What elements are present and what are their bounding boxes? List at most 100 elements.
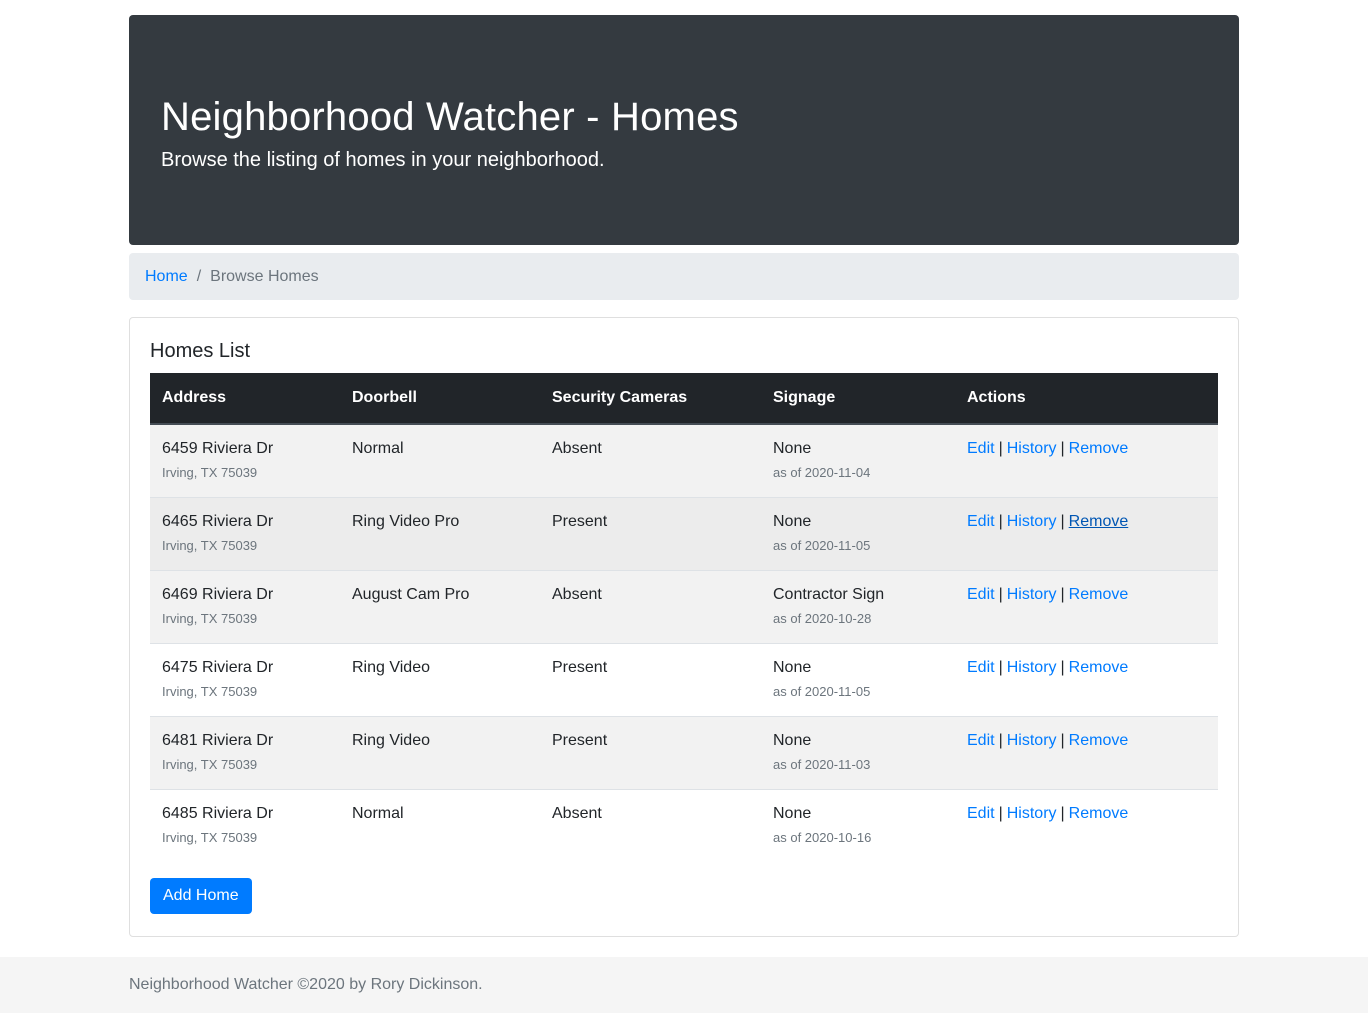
signage-cell: None as of 2020-11-05 [761, 496, 955, 570]
signage-value: None [773, 512, 812, 530]
action-separator: | [1060, 585, 1065, 603]
action-separator: | [1060, 440, 1065, 457]
actions-cell: Edit | History | Remove [955, 642, 1218, 716]
card-title: Homes List [150, 340, 251, 362]
address-city: Irving, TX 75039 [162, 829, 258, 845]
cameras-cell: Present [540, 715, 761, 789]
breadcrumb-separator: / [196, 267, 202, 285]
action-separator: | [1060, 804, 1065, 822]
address-city: Irving, TX 75039 [162, 756, 258, 772]
history-link[interactable]: History [1007, 513, 1057, 530]
signage-date: as of 2020-10-28 [773, 610, 872, 626]
history-link[interactable]: History [1007, 732, 1057, 749]
edit-link[interactable]: Edit [967, 586, 995, 603]
page-footer: Neighborhood Watcher ©2020 by Rory Dicki… [0, 957, 1368, 1013]
homes-table: Address Doorbell Security Cameras Signag… [150, 373, 1218, 862]
column-header-address: Address [150, 373, 340, 425]
homes-card: Homes List Address Doorbell Security Cam… [129, 317, 1239, 937]
history-link[interactable]: History [1007, 659, 1057, 676]
address-city: Irving, TX 75039 [162, 683, 258, 699]
add-home-button[interactable]: Add Home [150, 878, 252, 914]
signage-cell: Contractor Sign as of 2020-10-28 [761, 569, 955, 643]
breadcrumb-home-link[interactable]: Home [145, 268, 188, 286]
table-row: 6481 Riviera Dr Irving, TX 75039 Ring Vid… [150, 715, 1218, 789]
actions-cell: Edit | History | Remove [955, 788, 1218, 862]
page-header: Neighborhood Watcher - Homes Browse the … [129, 15, 1239, 245]
signage-cell: None as of 2020-10-16 [761, 788, 955, 862]
address-cell: 6481 Riviera Dr Irving, TX 75039 [150, 715, 340, 789]
action-separator: | [998, 804, 1003, 822]
actions-cell: Edit | History | Remove [955, 423, 1218, 497]
signage-cell: None as of 2020-11-05 [761, 642, 955, 716]
address-city: Irving, TX 75039 [162, 537, 258, 553]
cameras-cell: Absent [540, 423, 761, 497]
address-cell: 6465 Riviera Dr Irving, TX 75039 [150, 496, 340, 570]
column-header-security-cameras: Security Cameras [540, 373, 761, 425]
address-street: 6459 Riviera Dr [162, 440, 274, 457]
remove-link[interactable]: Remove [1069, 659, 1129, 676]
address-cell: 6475 Riviera Dr Irving, TX 75039 [150, 642, 340, 716]
actions-cell: Edit | History | Remove [955, 569, 1218, 643]
address-street: 6465 Riviera Dr [162, 512, 274, 530]
signage-date: as of 2020-10-16 [773, 829, 872, 845]
action-separator: | [1060, 731, 1065, 749]
doorbell-cell: August Cam Pro [340, 569, 540, 643]
signage-value: None [773, 804, 812, 822]
edit-link[interactable]: Edit [967, 440, 995, 457]
address-city: Irving, TX 75039 [162, 610, 258, 626]
cameras-cell: Absent [540, 569, 761, 643]
footer-text: Neighborhood Watcher ©2020 by Rory Dicki… [129, 976, 483, 993]
signage-cell: None as of 2020-11-04 [761, 423, 955, 497]
signage-value: Contractor Sign [773, 585, 885, 603]
column-header-actions: Actions [955, 373, 1218, 425]
doorbell-cell: Ring Video [340, 642, 540, 716]
action-separator: | [998, 440, 1003, 457]
action-separator: | [998, 585, 1003, 603]
action-separator: | [998, 512, 1003, 530]
table-row: 6459 Riviera Dr Irving, TX 75039 Normal A… [150, 423, 1218, 497]
signage-cell: None as of 2020-11-03 [761, 715, 955, 789]
action-separator: | [1060, 658, 1065, 676]
address-cell: 6469 Riviera Dr Irving, TX 75039 [150, 569, 340, 643]
edit-link[interactable]: Edit [967, 805, 995, 822]
action-separator: | [998, 658, 1003, 676]
doorbell-cell: Normal [340, 423, 540, 497]
address-cell: 6485 Riviera Dr Irving, TX 75039 [150, 788, 340, 862]
address-cell: 6459 Riviera Dr Irving, TX 75039 [150, 423, 340, 497]
page-subtitle: Browse the listing of homes in your neig… [161, 149, 605, 171]
history-link[interactable]: History [1007, 805, 1057, 822]
address-city: Irving, TX 75039 [162, 465, 258, 480]
remove-link[interactable]: Remove [1069, 586, 1129, 603]
table-header-row: Address Doorbell Security Cameras Signag… [150, 373, 1218, 425]
signage-value: None [773, 731, 812, 749]
signage-date: as of 2020-11-04 [773, 465, 871, 480]
address-street: 6469 Riviera Dr [162, 585, 274, 603]
edit-link[interactable]: Edit [967, 732, 995, 749]
remove-link[interactable]: Remove [1069, 513, 1129, 530]
actions-cell: Edit | History | Remove [955, 496, 1218, 570]
remove-link[interactable]: Remove [1069, 440, 1129, 457]
signage-value: None [773, 440, 812, 457]
remove-link[interactable]: Remove [1069, 732, 1129, 749]
action-separator: | [998, 731, 1003, 749]
history-link[interactable]: History [1007, 440, 1057, 457]
address-street: 6485 Riviera Dr [162, 804, 274, 822]
cameras-cell: Present [540, 496, 761, 570]
history-link[interactable]: History [1007, 586, 1057, 603]
signage-value: None [773, 658, 812, 676]
signage-date: as of 2020-11-05 [773, 683, 871, 699]
column-header-doorbell: Doorbell [340, 373, 540, 425]
signage-date: as of 2020-11-05 [773, 537, 871, 553]
address-street: 6481 Riviera Dr [162, 731, 274, 749]
column-header-signage: Signage [761, 373, 955, 425]
doorbell-cell: Ring Video Pro [340, 496, 540, 570]
cameras-cell: Present [540, 642, 761, 716]
edit-link[interactable]: Edit [967, 513, 995, 530]
remove-link[interactable]: Remove [1069, 805, 1129, 822]
edit-link[interactable]: Edit [967, 659, 995, 676]
actions-cell: Edit | History | Remove [955, 715, 1218, 789]
page-title: Neighborhood Watcher - Homes [161, 95, 739, 139]
signage-date: as of 2020-11-03 [773, 756, 871, 772]
table-row: 6469 Riviera Dr Irving, TX 75039 August C… [150, 569, 1218, 643]
doorbell-cell: Normal [340, 788, 540, 862]
